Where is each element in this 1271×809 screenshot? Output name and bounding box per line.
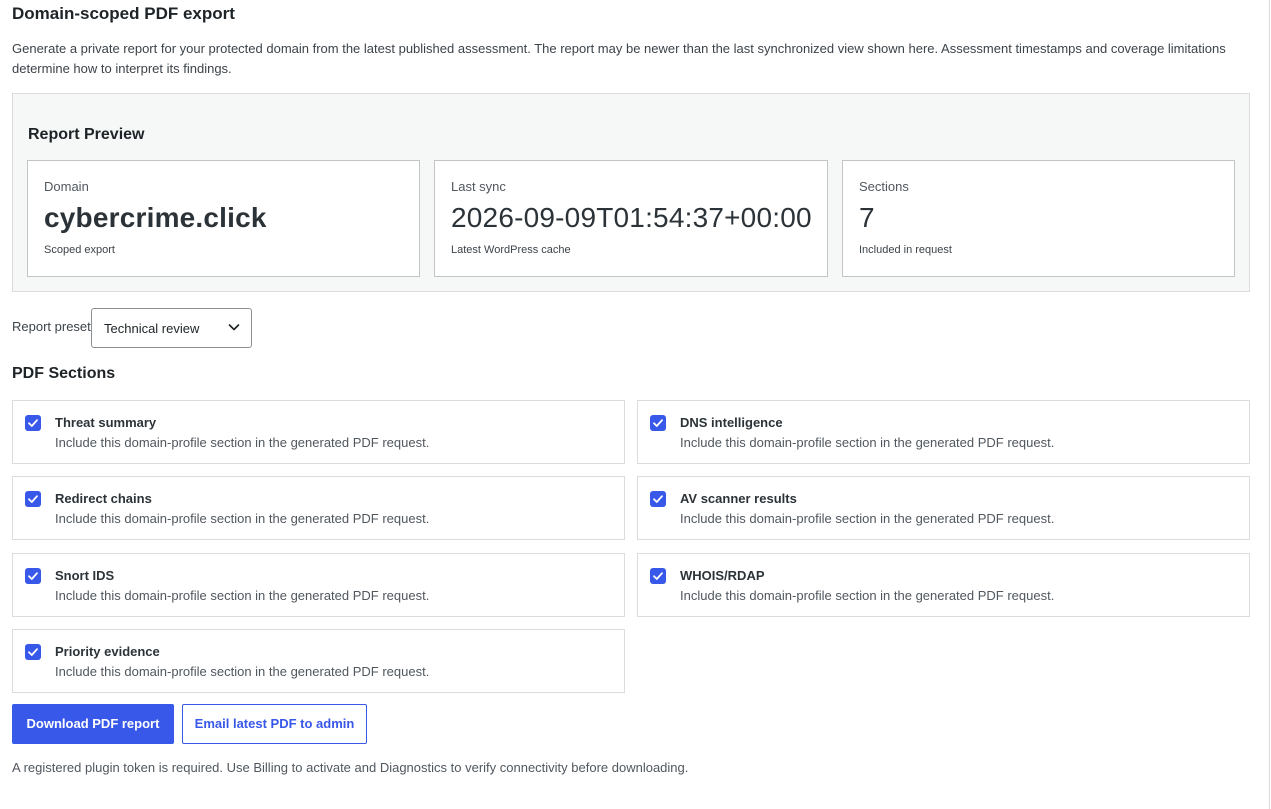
section-option-description: Include this domain-profile section in t… [680, 588, 1055, 603]
section-option-dns-intelligence[interactable]: DNS intelligence Include this domain-pro… [637, 400, 1250, 464]
report-preset-select[interactable]: Technical review [91, 308, 252, 348]
section-option-description: Include this domain-profile section in t… [680, 435, 1055, 450]
chevron-down-icon [228, 324, 240, 331]
section-option-av-scanner-results[interactable]: AV scanner results Include this domain-p… [637, 476, 1250, 540]
page-intro: Generate a private report for your prote… [12, 41, 1226, 76]
section-option-description: Include this domain-profile section in t… [55, 511, 430, 526]
checkmark-icon [28, 419, 38, 427]
dns-intelligence-checkbox[interactable] [650, 415, 666, 431]
sections-card: Sections 7 Included in request [842, 160, 1235, 277]
last-sync-card-value: 2026-09-09T01:54:37+00:00 [451, 202, 812, 233]
section-option-label: AV scanner results [680, 491, 797, 506]
priority-evidence-checkbox[interactable] [25, 644, 41, 660]
threat-summary-checkbox[interactable] [25, 415, 41, 431]
section-option-label: Snort IDS [55, 568, 115, 583]
domain-card-sub: Scoped export [44, 244, 115, 256]
token-requirement-note: A registered plugin token is required. U… [12, 760, 689, 775]
section-option-label: Priority evidence [55, 644, 160, 659]
scroll-edge-divider [1269, 0, 1270, 809]
section-option-whois-rdap[interactable]: WHOIS/RDAP Include this domain-profile s… [637, 553, 1250, 617]
report-preset-value: Technical review [104, 321, 200, 336]
section-option-snort-ids[interactable]: Snort IDS Include this domain-profile se… [12, 553, 625, 617]
download-pdf-button[interactable]: Download PDF report [12, 704, 174, 744]
domain-card-label: Domain [44, 179, 89, 194]
section-option-description: Include this domain-profile section in t… [55, 435, 430, 450]
email-pdf-button[interactable]: Email latest PDF to admin [182, 704, 367, 744]
domain-card-value: cybercrime.click [44, 202, 267, 233]
checkmark-icon [653, 419, 663, 427]
report-preview-panel: Report Preview Domain cybercrime.click S… [12, 93, 1250, 292]
pdf-export-page: Domain-scoped PDF export Generate a priv… [0, 0, 1271, 809]
sections-card-sub: Included in request [859, 244, 952, 256]
redirect-chains-checkbox[interactable] [25, 491, 41, 507]
report-preview-title: Report Preview [28, 126, 145, 143]
domain-card: Domain cybercrime.click Scoped export [27, 160, 420, 277]
section-option-label: DNS intelligence [680, 415, 783, 430]
section-option-label: WHOIS/RDAP [680, 568, 765, 583]
checkmark-icon [28, 572, 38, 580]
whois-rdap-checkbox[interactable] [650, 568, 666, 584]
section-option-redirect-chains[interactable]: Redirect chains Include this domain-prof… [12, 476, 625, 540]
av-scanner-results-checkbox[interactable] [650, 491, 666, 507]
section-option-description: Include this domain-profile section in t… [55, 664, 430, 679]
section-option-description: Include this domain-profile section in t… [55, 588, 430, 603]
pdf-sections-title: PDF Sections [12, 365, 116, 382]
last-sync-card-label: Last sync [451, 179, 506, 194]
snort-ids-checkbox[interactable] [25, 568, 41, 584]
section-option-description: Include this domain-profile section in t… [680, 511, 1055, 526]
section-option-priority-evidence[interactable]: Priority evidence Include this domain-pr… [12, 629, 625, 693]
sections-card-label: Sections [859, 179, 909, 194]
last-sync-card-sub: Latest WordPress cache [451, 244, 571, 256]
checkmark-icon [653, 495, 663, 503]
section-option-label: Redirect chains [55, 491, 152, 506]
page-title: Domain-scoped PDF export [12, 4, 235, 23]
section-option-label: Threat summary [55, 415, 157, 430]
report-preset-label: Report preset [12, 319, 91, 334]
section-option-threat-summary[interactable]: Threat summary Include this domain-profi… [12, 400, 625, 464]
last-sync-card: Last sync 2026-09-09T01:54:37+00:00 Late… [434, 160, 828, 277]
checkmark-icon [28, 495, 38, 503]
checkmark-icon [28, 648, 38, 656]
sections-card-value: 7 [859, 202, 875, 233]
checkmark-icon [653, 572, 663, 580]
